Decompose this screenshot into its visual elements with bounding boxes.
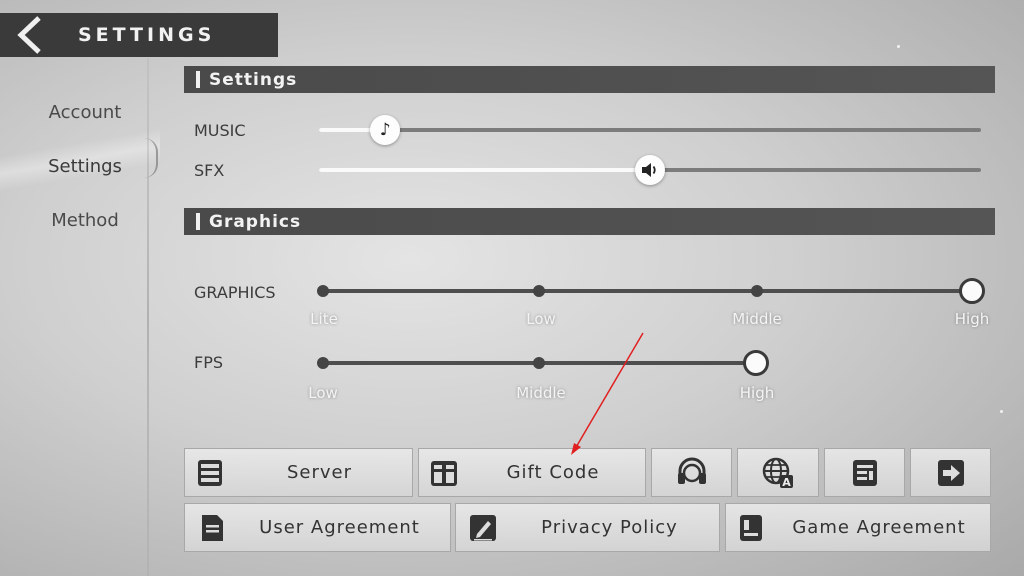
fps-label: FPS (194, 353, 224, 372)
news-button[interactable] (824, 448, 905, 497)
nav-item-method[interactable]: Method (20, 193, 150, 247)
graphics-option-label: Low (526, 310, 556, 328)
contract-icon (734, 511, 768, 545)
pen-sign-icon (466, 511, 500, 545)
side-nav: Account Settings Method (20, 85, 150, 247)
music-label: MUSIC (194, 121, 246, 140)
section-accent-bar (196, 71, 200, 88)
section-title: Settings (209, 69, 298, 90)
gift-code-button[interactable]: Gift Code (418, 448, 646, 497)
sparkle (1000, 410, 1003, 413)
back-button[interactable] (0, 13, 60, 57)
fps-option-middle[interactable] (533, 357, 545, 369)
nav-item-settings[interactable]: Settings (20, 139, 150, 193)
graphics-label: GRAPHICS (194, 283, 276, 302)
graphics-slider-handle[interactable] (959, 278, 985, 304)
music-slider-handle[interactable]: ♪ (370, 115, 401, 145)
sparkle (897, 45, 900, 48)
user-agreement-button-label: User Agreement (259, 517, 420, 538)
fps-option-low[interactable] (317, 357, 329, 369)
music-note-icon: ♪ (379, 120, 391, 140)
graphics-section-header: Graphics (184, 208, 995, 235)
server-icon (193, 456, 227, 490)
music-slider-track[interactable] (319, 128, 981, 132)
document-news-icon (848, 456, 882, 490)
fps-option-label: Low (308, 384, 338, 402)
language-button[interactable]: A (737, 448, 819, 497)
nav-item-label: Method (51, 209, 119, 231)
exit-icon (934, 456, 968, 490)
game-agreement-button[interactable]: Game Agreement (725, 503, 991, 552)
game-agreement-button-label: Game Agreement (792, 517, 966, 538)
gift-code-button-label: Gift Code (506, 462, 600, 483)
fps-slider-handle[interactable] (743, 350, 769, 376)
header-bar: SETTINGS (0, 13, 278, 57)
globe-language-icon: A (761, 456, 795, 490)
gift-icon (427, 456, 461, 490)
headset-icon (675, 456, 709, 490)
section-title: Graphics (209, 211, 302, 232)
fps-option-label: High (739, 384, 775, 402)
sfx-label: SFX (194, 161, 225, 180)
graphics-option-lite[interactable] (317, 285, 329, 297)
graphics-slider-track[interactable] (322, 289, 974, 293)
user-agreement-button[interactable]: User Agreement (184, 503, 451, 552)
svg-text:A: A (782, 476, 791, 489)
graphics-option-low[interactable] (533, 285, 545, 297)
logout-button[interactable] (910, 448, 991, 497)
graphics-option-label: High (954, 310, 990, 328)
nav-item-label: Account (48, 101, 122, 123)
server-button-label: Server (286, 462, 353, 483)
graphics-option-middle[interactable] (751, 285, 763, 297)
document-icon (195, 511, 229, 545)
sfx-slider-fill (319, 168, 650, 172)
nav-item-account[interactable]: Account (20, 85, 150, 139)
fps-option-label: Middle (516, 384, 566, 402)
section-accent-bar (196, 213, 200, 230)
server-button[interactable]: Server (184, 448, 413, 497)
nav-item-label: Settings (48, 155, 122, 177)
privacy-policy-button-label: Privacy Policy (541, 517, 678, 538)
chevron-left-icon (17, 16, 41, 54)
settings-section-header: Settings (184, 66, 995, 93)
graphics-option-label: Middle (732, 310, 782, 328)
speaker-icon (642, 163, 656, 177)
graphics-option-label: Lite (310, 310, 338, 328)
privacy-policy-button[interactable]: Privacy Policy (455, 503, 720, 552)
sfx-slider-handle[interactable] (635, 155, 665, 185)
customer-service-button[interactable] (651, 448, 732, 497)
page-title: SETTINGS (78, 24, 216, 46)
